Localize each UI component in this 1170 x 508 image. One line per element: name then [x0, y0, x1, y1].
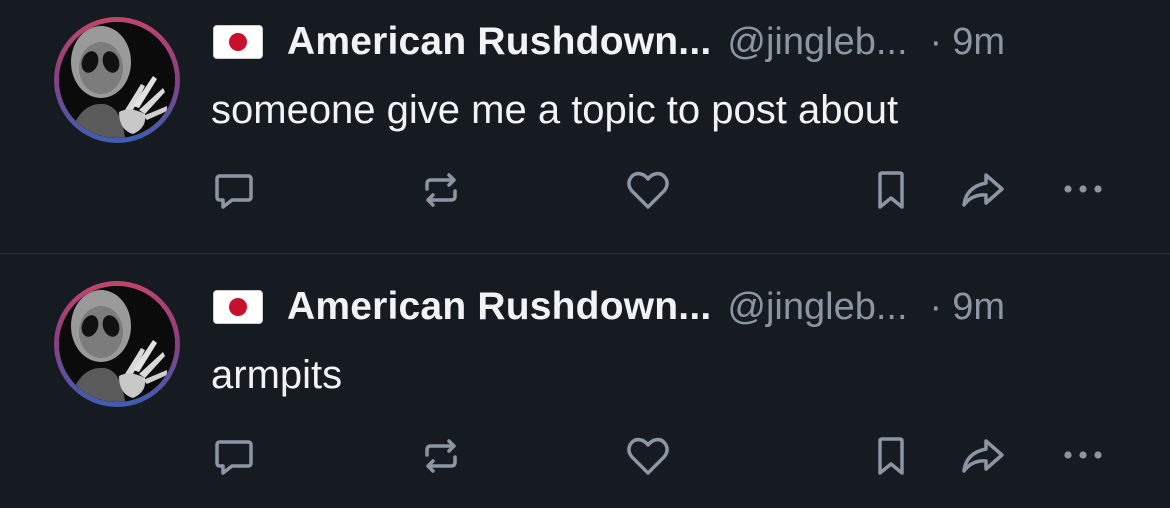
more-options-button[interactable] — [1058, 165, 1108, 215]
like-button[interactable] — [623, 431, 673, 481]
action-bar — [0, 431, 1170, 481]
repost-button[interactable] — [416, 165, 466, 215]
avatar-image — [59, 22, 175, 138]
bookmark-icon — [878, 437, 904, 475]
avatar[interactable] — [54, 281, 180, 407]
post-text: someone give me a topic to post about — [211, 88, 899, 132]
more-icon — [1064, 451, 1102, 459]
post-header: American Rushdown... @jingleb... · 9m — [213, 16, 1005, 68]
bookmark-button[interactable] — [866, 431, 916, 481]
handle[interactable]: @jingleb... — [727, 21, 907, 64]
timestamp[interactable]: 9m — [952, 21, 1005, 64]
bookmark-button[interactable] — [866, 165, 916, 215]
repost-icon — [425, 173, 457, 207]
display-name[interactable]: American Rushdown... — [287, 20, 711, 64]
share-button[interactable] — [958, 431, 1008, 481]
more-icon — [1064, 185, 1102, 193]
share-icon — [962, 439, 1004, 473]
handle[interactable]: @jingleb... — [727, 286, 907, 329]
reply-icon — [215, 440, 253, 475]
feed: American Rushdown... @jingleb... · 9m so… — [0, 0, 1170, 508]
separator-dot: · — [929, 20, 943, 63]
separator-dot: · — [929, 285, 943, 328]
action-bar — [0, 165, 1170, 215]
post-header: American Rushdown... @jingleb... · 9m — [213, 281, 1005, 333]
reply-button[interactable] — [209, 165, 259, 215]
share-button[interactable] — [958, 165, 1008, 215]
japan-flag-icon — [213, 290, 263, 324]
avatar[interactable] — [54, 17, 180, 143]
share-icon — [962, 173, 1004, 207]
post-text: armpits — [211, 353, 343, 397]
repost-icon — [425, 439, 457, 473]
avatar-image — [59, 286, 175, 402]
reply-icon — [215, 174, 253, 209]
alien-avatar-icon — [59, 22, 175, 138]
like-button[interactable] — [623, 165, 673, 215]
post[interactable]: American Rushdown... @jingleb... · 9m so… — [0, 0, 1170, 254]
reply-button[interactable] — [209, 431, 259, 481]
bookmark-icon — [878, 171, 904, 209]
like-icon — [627, 437, 669, 475]
alien-avatar-icon — [59, 286, 175, 402]
display-name[interactable]: American Rushdown... — [287, 285, 711, 329]
japan-flag-icon — [213, 25, 263, 59]
like-icon — [627, 171, 669, 209]
repost-button[interactable] — [416, 431, 466, 481]
more-options-button[interactable] — [1058, 431, 1108, 481]
timestamp[interactable]: 9m — [952, 286, 1005, 329]
post[interactable]: American Rushdown... @jingleb... · 9m ar… — [0, 254, 1170, 507]
